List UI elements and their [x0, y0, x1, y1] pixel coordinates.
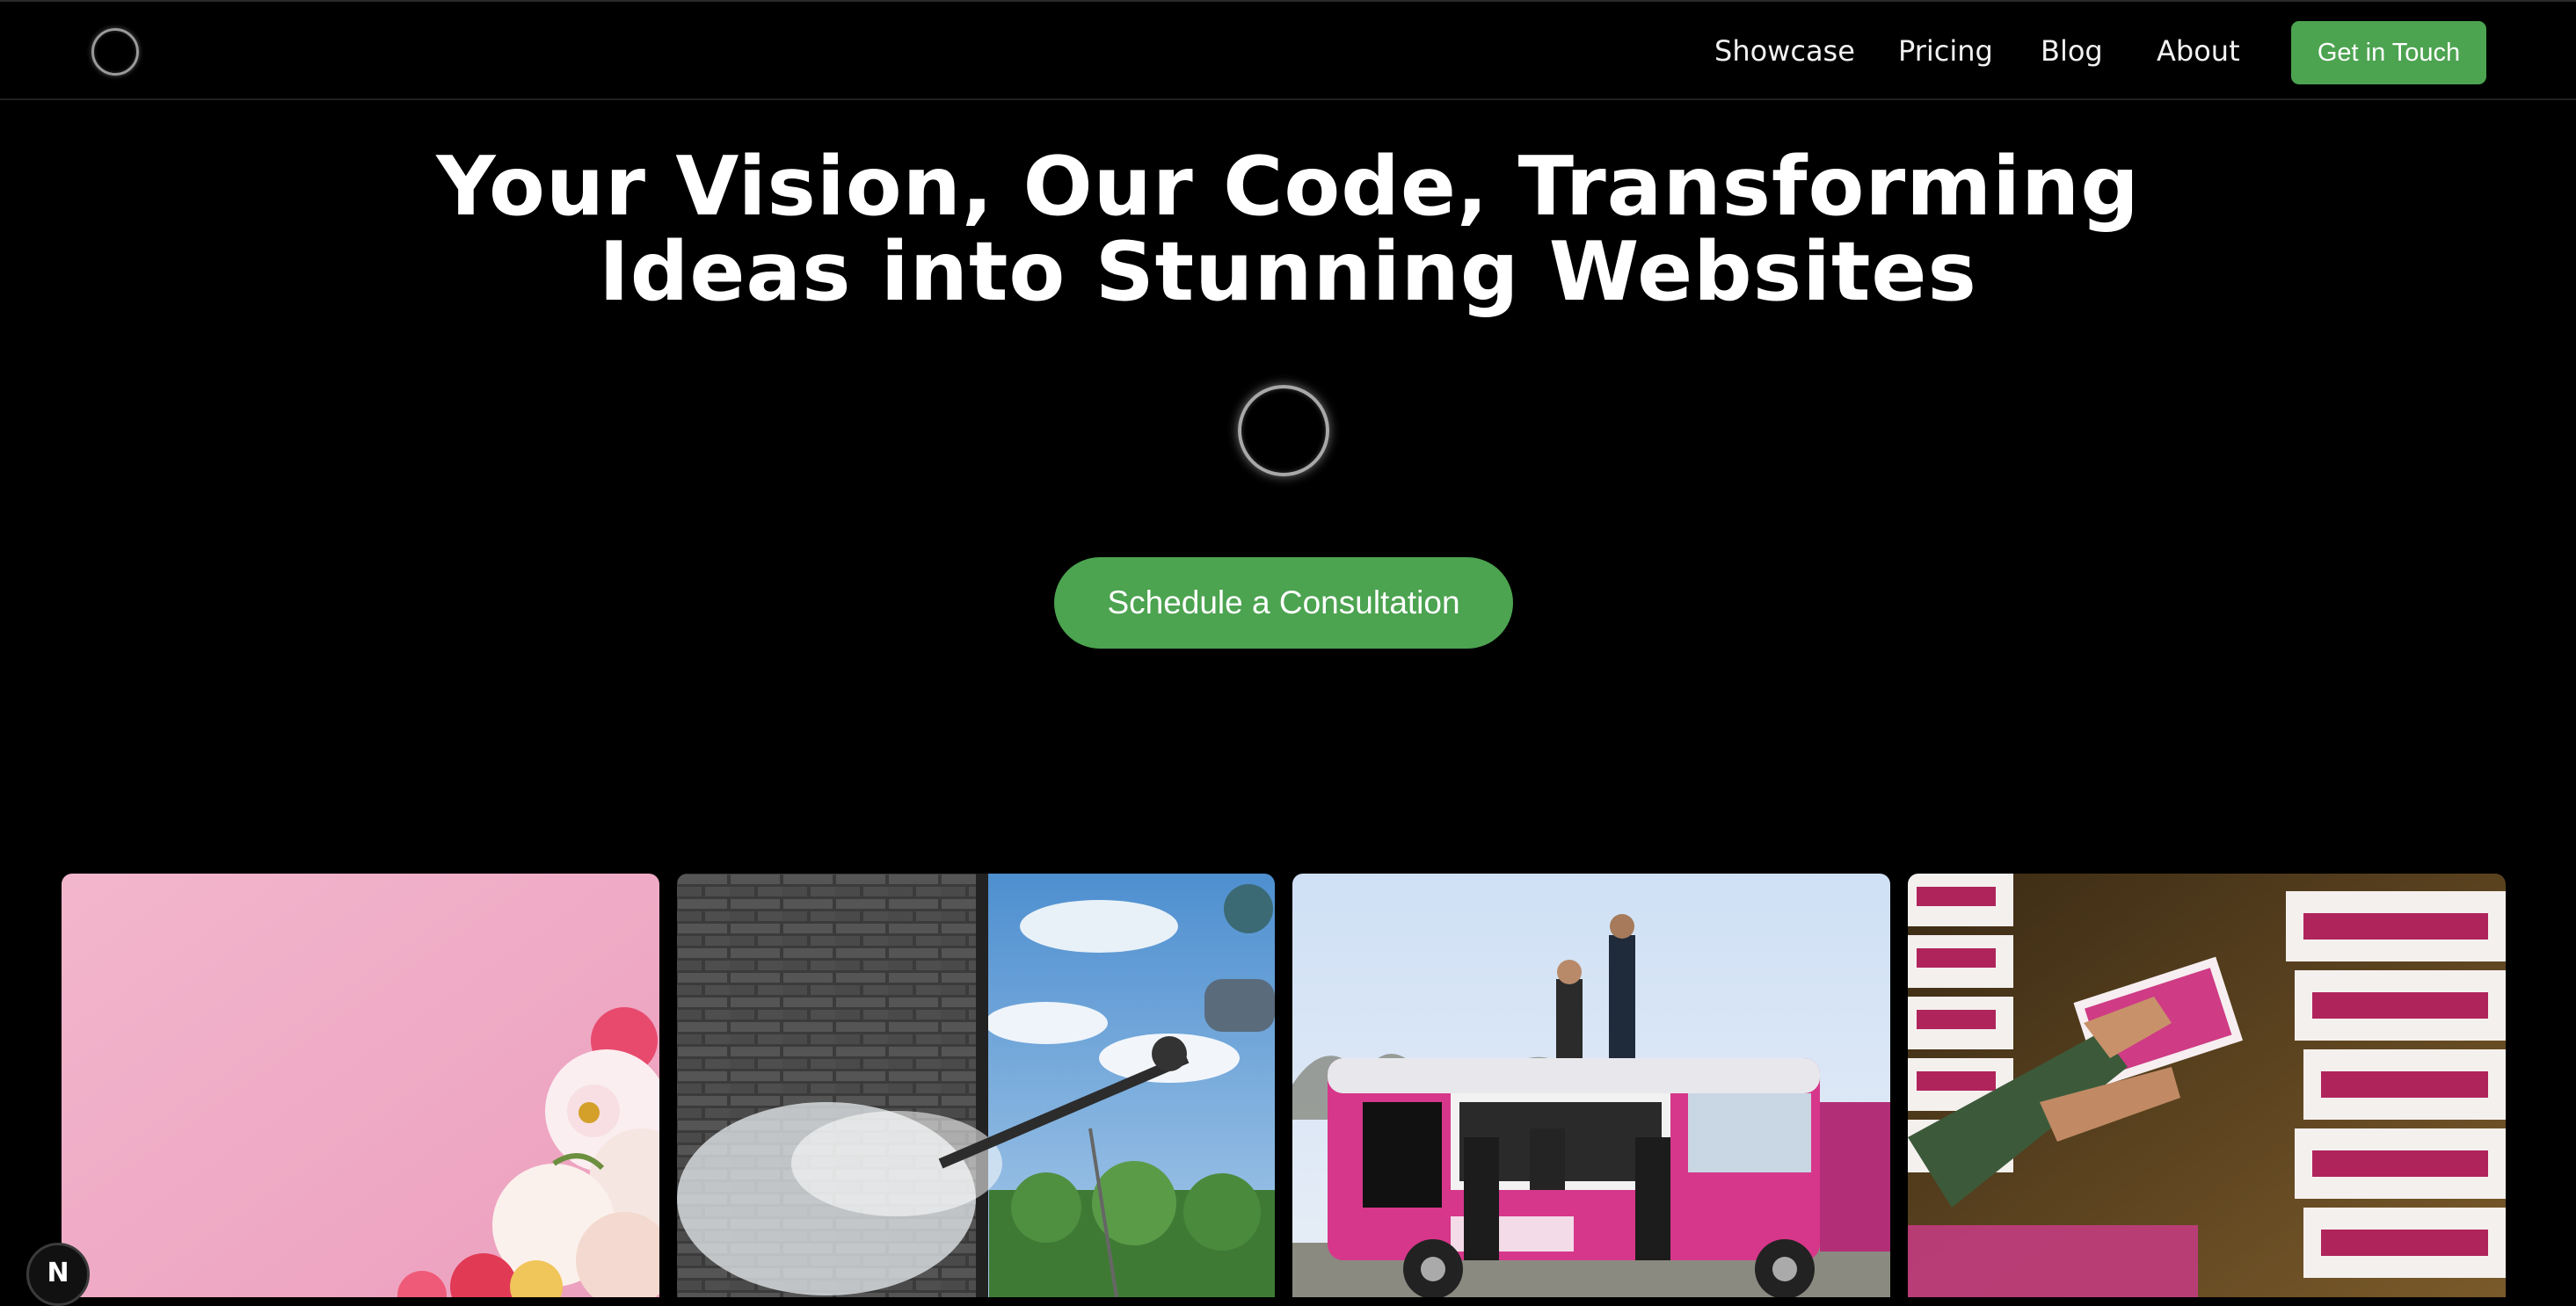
- schedule-consultation-button[interactable]: Schedule a Consultation: [1054, 557, 1513, 649]
- nav-link-blog[interactable]: Blog: [2041, 32, 2103, 70]
- hero-title-line-1: Your Vision, Our Code, Transforming: [436, 139, 2140, 234]
- navbar: Showcase Pricing Blog About Get in Touch: [0, 0, 2576, 100]
- nav-link-pricing[interactable]: Pricing: [1898, 32, 1993, 70]
- gallery-card-pressure-wash[interactable]: [677, 874, 1275, 1297]
- loading-spinner-icon: [1238, 385, 1329, 476]
- gallery-card-flowers[interactable]: [62, 874, 659, 1297]
- n-badge-letter: N: [47, 1258, 69, 1288]
- pink-food-truck-image: [1292, 874, 1890, 1297]
- hero-title: Your Vision, Our Code, Transforming Idea…: [409, 144, 2167, 315]
- pressure-washing-image: [677, 874, 1275, 1297]
- taharka-boxes-image: [1908, 874, 2506, 1297]
- hero-title-line-2: Ideas into Stunning Websites: [599, 224, 1977, 319]
- logo-ring-icon[interactable]: [91, 28, 139, 76]
- pink-flowers-image: [62, 874, 659, 1297]
- gallery-card-boxes[interactable]: [1908, 874, 2506, 1297]
- gallery-card-food-truck[interactable]: [1292, 874, 1890, 1297]
- nav-link-about[interactable]: About: [2157, 32, 2240, 70]
- nav-link-showcase[interactable]: Showcase: [1714, 32, 1855, 70]
- n-badge-icon[interactable]: N: [26, 1243, 90, 1306]
- get-in-touch-button[interactable]: Get in Touch: [2291, 21, 2486, 84]
